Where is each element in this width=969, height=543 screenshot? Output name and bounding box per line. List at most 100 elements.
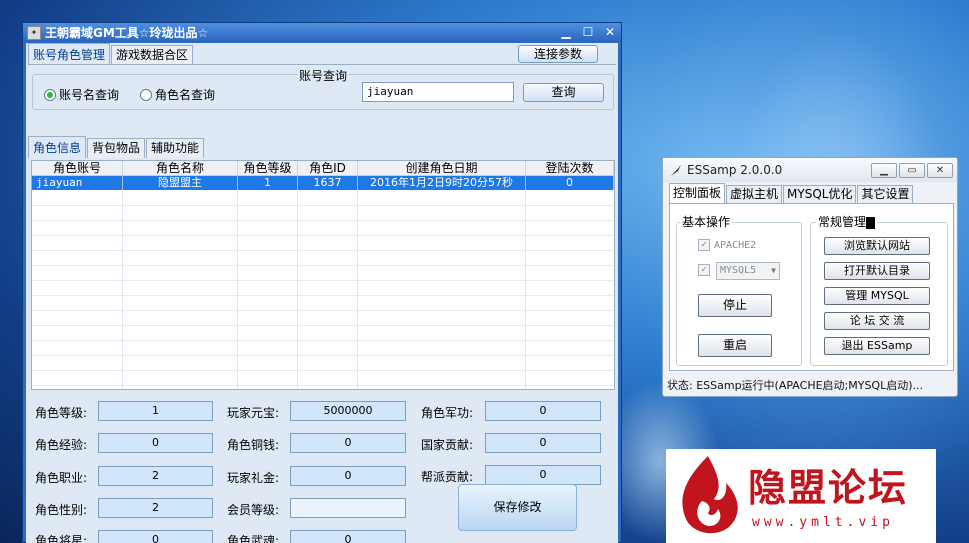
tab-bag-items[interactable]: 背包物品 bbox=[87, 138, 146, 158]
field-level[interactable]: 1 bbox=[98, 401, 213, 421]
tab-account-role[interactable]: 账号角色管理 bbox=[28, 43, 111, 65]
open-dir-button[interactable]: 打开默认目录 bbox=[824, 262, 930, 280]
stop-button[interactable]: 停止 bbox=[698, 294, 772, 317]
radio-account-label: 账号名查询 bbox=[59, 88, 120, 102]
cell-role-id: 1637 bbox=[298, 176, 358, 190]
label-gender: 角色性别: bbox=[35, 503, 88, 517]
query-input[interactable]: jiayuan bbox=[362, 82, 514, 102]
field-merit[interactable]: 0 bbox=[485, 401, 601, 421]
cell-role-name: 隐盟盟主 bbox=[123, 176, 238, 190]
app-icon: ✦ bbox=[27, 25, 41, 40]
essamp-tabs: 控制面板 虚拟主机 MYSQL优化 其它设置 bbox=[669, 183, 914, 203]
tab-assist[interactable]: 辅助功能 bbox=[146, 138, 205, 158]
chevron-down-icon: ▼ bbox=[771, 266, 776, 275]
gm-title-bar[interactable]: ✦ 王朝霸域GM工具☆玲珑出品☆ ▁ ☐ ✕ bbox=[23, 23, 621, 42]
field-guild[interactable]: 0 bbox=[485, 465, 601, 485]
restart-button[interactable]: 重启 bbox=[698, 334, 772, 357]
essamp-panel: 基本操作 ✓ APACHE2 ✓ MYSQL5 ▼ 停止 重启 常规管理 浏览默… bbox=[669, 203, 954, 371]
check-icon: ✓ bbox=[698, 239, 710, 251]
th-level[interactable]: 角色等级 bbox=[238, 161, 298, 176]
mysql-select-value: MYSQL5 bbox=[720, 265, 757, 276]
apache-checkbox[interactable]: ✓ APACHE2 bbox=[698, 239, 756, 251]
label-job: 角色职业: bbox=[35, 471, 88, 485]
field-vip[interactable] bbox=[290, 498, 406, 518]
field-gender[interactable]: 2 bbox=[98, 498, 213, 518]
mysql-checkbox[interactable]: ✓ bbox=[698, 264, 714, 276]
exit-essamp-button[interactable]: 退出 ESSamp bbox=[824, 337, 930, 355]
tab-role-info[interactable]: 角色信息 bbox=[28, 136, 87, 158]
label-merit: 角色军功: bbox=[421, 406, 474, 420]
essamp-window: ESSamp 2.0.0.0 ▁ ▭ ✕ 控制面板 虚拟主机 MYSQL优化 其… bbox=[662, 157, 958, 397]
th-login-count[interactable]: 登陆次数 bbox=[526, 161, 614, 176]
radio-role-query[interactable]: 角色名查询 bbox=[140, 86, 215, 103]
close-icon[interactable]: ✕ bbox=[599, 24, 621, 41]
gm-body: 账号角色管理 游戏数据合区 连接参数 账号查询 账号名查询 角色名查询 jiay… bbox=[26, 43, 618, 543]
field-gift[interactable]: 0 bbox=[290, 466, 406, 486]
tab-control-panel[interactable]: 控制面板 bbox=[669, 183, 726, 203]
th-role-name[interactable]: 角色名称 bbox=[123, 161, 238, 176]
label-nation: 国家贡献: bbox=[421, 438, 474, 452]
field-yuanbao[interactable]: 5000000 bbox=[290, 401, 406, 421]
label-gift: 玩家礼金: bbox=[227, 471, 280, 485]
field-nation[interactable]: 0 bbox=[485, 433, 601, 453]
tab-virtual-host[interactable]: 虚拟主机 bbox=[726, 185, 783, 203]
field-wuhun[interactable]: 0 bbox=[290, 530, 406, 543]
forum-logo: 隐盟论坛 www.ymlt.vip bbox=[666, 449, 936, 543]
save-button[interactable]: 保存修改 bbox=[458, 484, 577, 531]
label-wuhun: 角色武魂: bbox=[227, 534, 280, 543]
tab-divider bbox=[28, 64, 616, 65]
field-copper[interactable]: 0 bbox=[290, 433, 406, 453]
field-exp[interactable]: 0 bbox=[98, 433, 213, 453]
sub-tabs: 角色信息 背包物品 辅助功能 bbox=[28, 136, 205, 158]
restore-icon[interactable]: ▭ bbox=[899, 162, 925, 178]
radio-selected-icon bbox=[44, 88, 56, 101]
field-job[interactable]: 2 bbox=[98, 466, 213, 486]
label-general: 角色将星: bbox=[35, 534, 88, 543]
flame-logo-icon bbox=[682, 456, 738, 534]
essamp-title-bar[interactable]: ESSamp 2.0.0.0 ▁ ▭ ✕ bbox=[663, 158, 957, 182]
minimize-icon[interactable]: ▁ bbox=[871, 162, 897, 178]
gm-tool-window: ✦ 王朝霸域GM工具☆玲珑出品☆ ▁ ☐ ✕ 账号角色管理 游戏数据合区 连接参… bbox=[22, 22, 622, 543]
radio-empty-icon bbox=[140, 88, 152, 101]
basic-ops-label: 基本操作 bbox=[680, 213, 733, 230]
check-icon: ✓ bbox=[698, 264, 710, 276]
query-button[interactable]: 查询 bbox=[523, 83, 604, 102]
label-yuanbao: 玩家元宝: bbox=[227, 406, 280, 420]
forum-button[interactable]: 论 坛 交 流 bbox=[824, 312, 930, 330]
radio-role-label: 角色名查询 bbox=[155, 88, 216, 102]
essamp-title: ESSamp 2.0.0.0 bbox=[687, 163, 783, 177]
query-group-label: 账号查询 bbox=[297, 67, 350, 84]
radio-account-query[interactable]: 账号名查询 bbox=[44, 86, 119, 103]
label-vip: 会员等级: bbox=[227, 503, 280, 517]
browse-site-button[interactable]: 浏览默认网站 bbox=[824, 237, 930, 255]
top-tabs: 账号角色管理 游戏数据合区 bbox=[28, 43, 194, 65]
cell-level: 1 bbox=[238, 176, 298, 190]
cursor-block bbox=[866, 216, 876, 229]
maximize-icon[interactable]: ☐ bbox=[577, 24, 599, 41]
th-account[interactable]: 角色账号 bbox=[32, 161, 123, 176]
label-level: 角色等级: bbox=[35, 406, 88, 420]
essamp-status: 状态: ESSamp运行中(APACHE启动;MYSQL启动)... bbox=[667, 379, 924, 392]
connect-params-button[interactable]: 连接参数 bbox=[518, 45, 598, 63]
feather-icon bbox=[671, 165, 681, 176]
label-exp: 角色经验: bbox=[35, 438, 88, 452]
tab-mysql-opt[interactable]: MYSQL优化 bbox=[783, 185, 857, 203]
logo-name: 隐盟论坛 bbox=[748, 465, 909, 510]
th-role-id[interactable]: 角色ID bbox=[298, 161, 358, 176]
mysql-select[interactable]: MYSQL5 ▼ bbox=[716, 262, 780, 280]
tab-other-settings[interactable]: 其它设置 bbox=[857, 185, 914, 203]
cell-login-count: 0 bbox=[526, 176, 614, 190]
manage-mysql-button[interactable]: 管理 MYSQL bbox=[824, 287, 930, 305]
tab-merge-data[interactable]: 游戏数据合区 bbox=[111, 45, 194, 65]
minimize-icon[interactable]: ▁ bbox=[555, 24, 577, 41]
table-header: 角色账号 角色名称 角色等级 角色ID 创建角色日期 登陆次数 bbox=[32, 161, 614, 176]
table-row[interactable]: jiayuan 隐盟盟主 1 1637 2016年1月2日9时20分57秒 0 bbox=[32, 176, 614, 190]
field-general[interactable]: 0 bbox=[98, 530, 213, 543]
role-table[interactable]: 角色账号 角色名称 角色等级 角色ID 创建角色日期 登陆次数 jiayuan … bbox=[31, 160, 615, 390]
close-icon[interactable]: ✕ bbox=[927, 162, 953, 178]
th-create-date[interactable]: 创建角色日期 bbox=[358, 161, 526, 176]
label-guild: 帮派贡献: bbox=[421, 470, 474, 484]
cell-create-date: 2016年1月2日9时20分57秒 bbox=[358, 176, 526, 190]
logo-url: www.ymlt.vip bbox=[752, 515, 894, 530]
table-gridlines bbox=[32, 191, 614, 389]
